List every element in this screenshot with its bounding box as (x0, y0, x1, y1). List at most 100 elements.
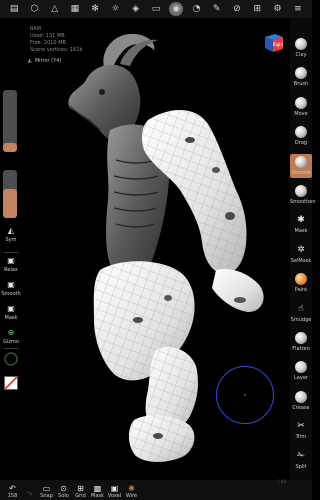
tool-label: Paint (294, 287, 308, 294)
intensity-slider-fill (3, 189, 17, 218)
tool-label: Layer (294, 375, 308, 382)
brush-brush-sphere-icon (295, 67, 307, 80)
tool-clay[interactable]: Clay (290, 36, 312, 60)
grid-label: Grid (75, 493, 86, 499)
split-icon: ✁ (297, 450, 305, 461)
tool-crease[interactable]: Crease (290, 389, 312, 413)
tool-move[interactable]: Move (290, 95, 312, 119)
wire-button[interactable]: ✺ Wire (123, 484, 140, 499)
relax-button[interactable]: ▣ Relax (0, 256, 22, 273)
overflow-icon[interactable]: ≡ (291, 2, 305, 16)
tool-smoothen[interactable]: Smoothen (290, 183, 316, 207)
symmetry-icon: ◭ (7, 226, 15, 235)
tool-flatten[interactable]: Flatten (290, 330, 312, 354)
tool-label: Smoothen (290, 199, 316, 205)
grid-icon[interactable]: ⊞ (250, 2, 264, 16)
drag-brush-sphere-icon (295, 126, 307, 139)
trim-icon: ✂ (297, 421, 305, 432)
move-brush-sphere-icon (295, 96, 307, 109)
matcap-sphere-icon[interactable]: ◉ (169, 2, 184, 16)
mesh-icon[interactable]: ▦ (68, 2, 82, 16)
undo-icon: ↶ (9, 484, 16, 493)
solo-button[interactable]: ⊙ Solo (55, 484, 72, 499)
files-icon[interactable]: ▤ (7, 2, 21, 16)
undo-count: 158 (7, 493, 18, 499)
color-swatch-icon[interactable] (4, 352, 18, 366)
mask-icon: ✱ (297, 215, 305, 226)
wire-label: Wire (125, 493, 138, 499)
selmask-icon: ✲ (297, 244, 305, 255)
pen-icon[interactable]: ✎ (210, 2, 224, 16)
redo-button[interactable]: ↷ (21, 490, 38, 499)
mirror-icon: ◭ (28, 58, 32, 64)
redo-icon: ↷ (26, 490, 33, 499)
mask-toggle-button[interactable]: ▩ Mask (89, 484, 106, 499)
version-label: 1.68 (277, 479, 286, 484)
horns (103, 33, 158, 70)
radius-slider[interactable] (3, 90, 17, 152)
top-toolbar: ▤ ⬡ △ ▦ ✻ ☼ ◈ ▭ ◉ ◔ ✎ ⊘ ⊞ ⚙ ≡ (0, 0, 312, 18)
tool-paint[interactable]: Paint (290, 271, 312, 295)
smoothen-brush-sphere-icon (295, 185, 307, 197)
tool-smooth[interactable]: Smooth (290, 153, 312, 178)
mask-icon: ▣ (7, 304, 15, 313)
camera-icon[interactable]: ▭ (149, 2, 163, 16)
tool-selmask[interactable]: ✲ SelMask (290, 242, 312, 266)
tool-label: SelMask (290, 257, 312, 264)
smooth-brush-sphere-icon (295, 155, 307, 168)
mask-icon: ▩ (93, 484, 102, 493)
tool-split[interactable]: ✁ Split (290, 448, 312, 472)
clay-brush-sphere-icon (295, 38, 307, 50)
tool-smudge[interactable]: ☝ Smudge (290, 301, 312, 325)
tool-mask[interactable]: ✱ Mask (290, 212, 312, 236)
snap-button[interactable]: ▭ Snap (38, 484, 55, 499)
tool-label: Flatten (292, 346, 310, 352)
tool-label: Crease (292, 404, 310, 411)
solo-label: Solo (58, 493, 69, 499)
solo-icon: ⊙ (60, 484, 67, 493)
smudge-icon: ☝ (298, 303, 304, 314)
brush-stroke-icon[interactable]: ◔ (190, 2, 204, 16)
mask-label: Mask (91, 493, 104, 499)
smooth-button[interactable]: ▣ Smooth (0, 280, 22, 297)
scene-icon[interactable]: ⬡ (27, 2, 41, 16)
no-color-icon[interactable] (4, 376, 18, 390)
relax-icon: ▣ (7, 256, 15, 265)
voxel-icon: ▣ (110, 484, 119, 493)
grid-button[interactable]: ⊞ Grid (72, 484, 89, 499)
tool-label: Clay (295, 52, 307, 58)
smooth-label: Smooth (1, 291, 21, 297)
tool-trim[interactable]: ✂ Trim (290, 418, 312, 442)
voxel-button[interactable]: ▣ Voxel (106, 484, 123, 499)
tool-layer[interactable]: Layer (290, 359, 312, 383)
tool-label: Smudge (290, 316, 312, 323)
render-icon[interactable]: ◈ (129, 2, 143, 16)
wire-icon: ✺ (128, 484, 135, 493)
picker-icon[interactable]: ⊘ (230, 2, 244, 16)
brush-cursor-center (244, 394, 246, 396)
tool-label: Mask (294, 228, 308, 235)
intensity-slider[interactable] (3, 170, 17, 218)
gizmo-button[interactable]: ⊕ Gizmo (0, 328, 22, 345)
gizmo-icon: ⊕ (7, 328, 15, 337)
layer-brush-sphere-icon (295, 361, 307, 374)
sun-icon[interactable]: ☼ (108, 2, 122, 16)
gear-icon[interactable]: ⚙ (271, 2, 285, 16)
flatten-brush-sphere-icon (295, 332, 307, 344)
divider (4, 252, 18, 253)
tool-brush[interactable]: Brush (290, 65, 312, 89)
sym-button[interactable]: ◭ Sym (0, 226, 22, 243)
mask-button[interactable]: ▣ Mask (0, 304, 22, 321)
tool-label: Split (295, 463, 307, 470)
settings-gear-icon[interactable]: ✻ (88, 2, 102, 16)
tool-drag[interactable]: Drag (290, 124, 312, 148)
tool-label: Brush (293, 81, 309, 88)
undo-button[interactable]: ↶ 158 (4, 484, 21, 499)
snap-icon: ▭ (42, 484, 51, 493)
tool-label: Move (294, 110, 308, 117)
tool-label: Trim (295, 434, 307, 441)
topology-icon[interactable]: △ (48, 2, 62, 16)
tool-label: Drag (294, 140, 308, 147)
tool-strip: Clay Brush Move Drag Smooth Smoothen ✱ Mask ✲ Sel… (290, 18, 316, 488)
tool-label: Smooth (291, 169, 311, 176)
